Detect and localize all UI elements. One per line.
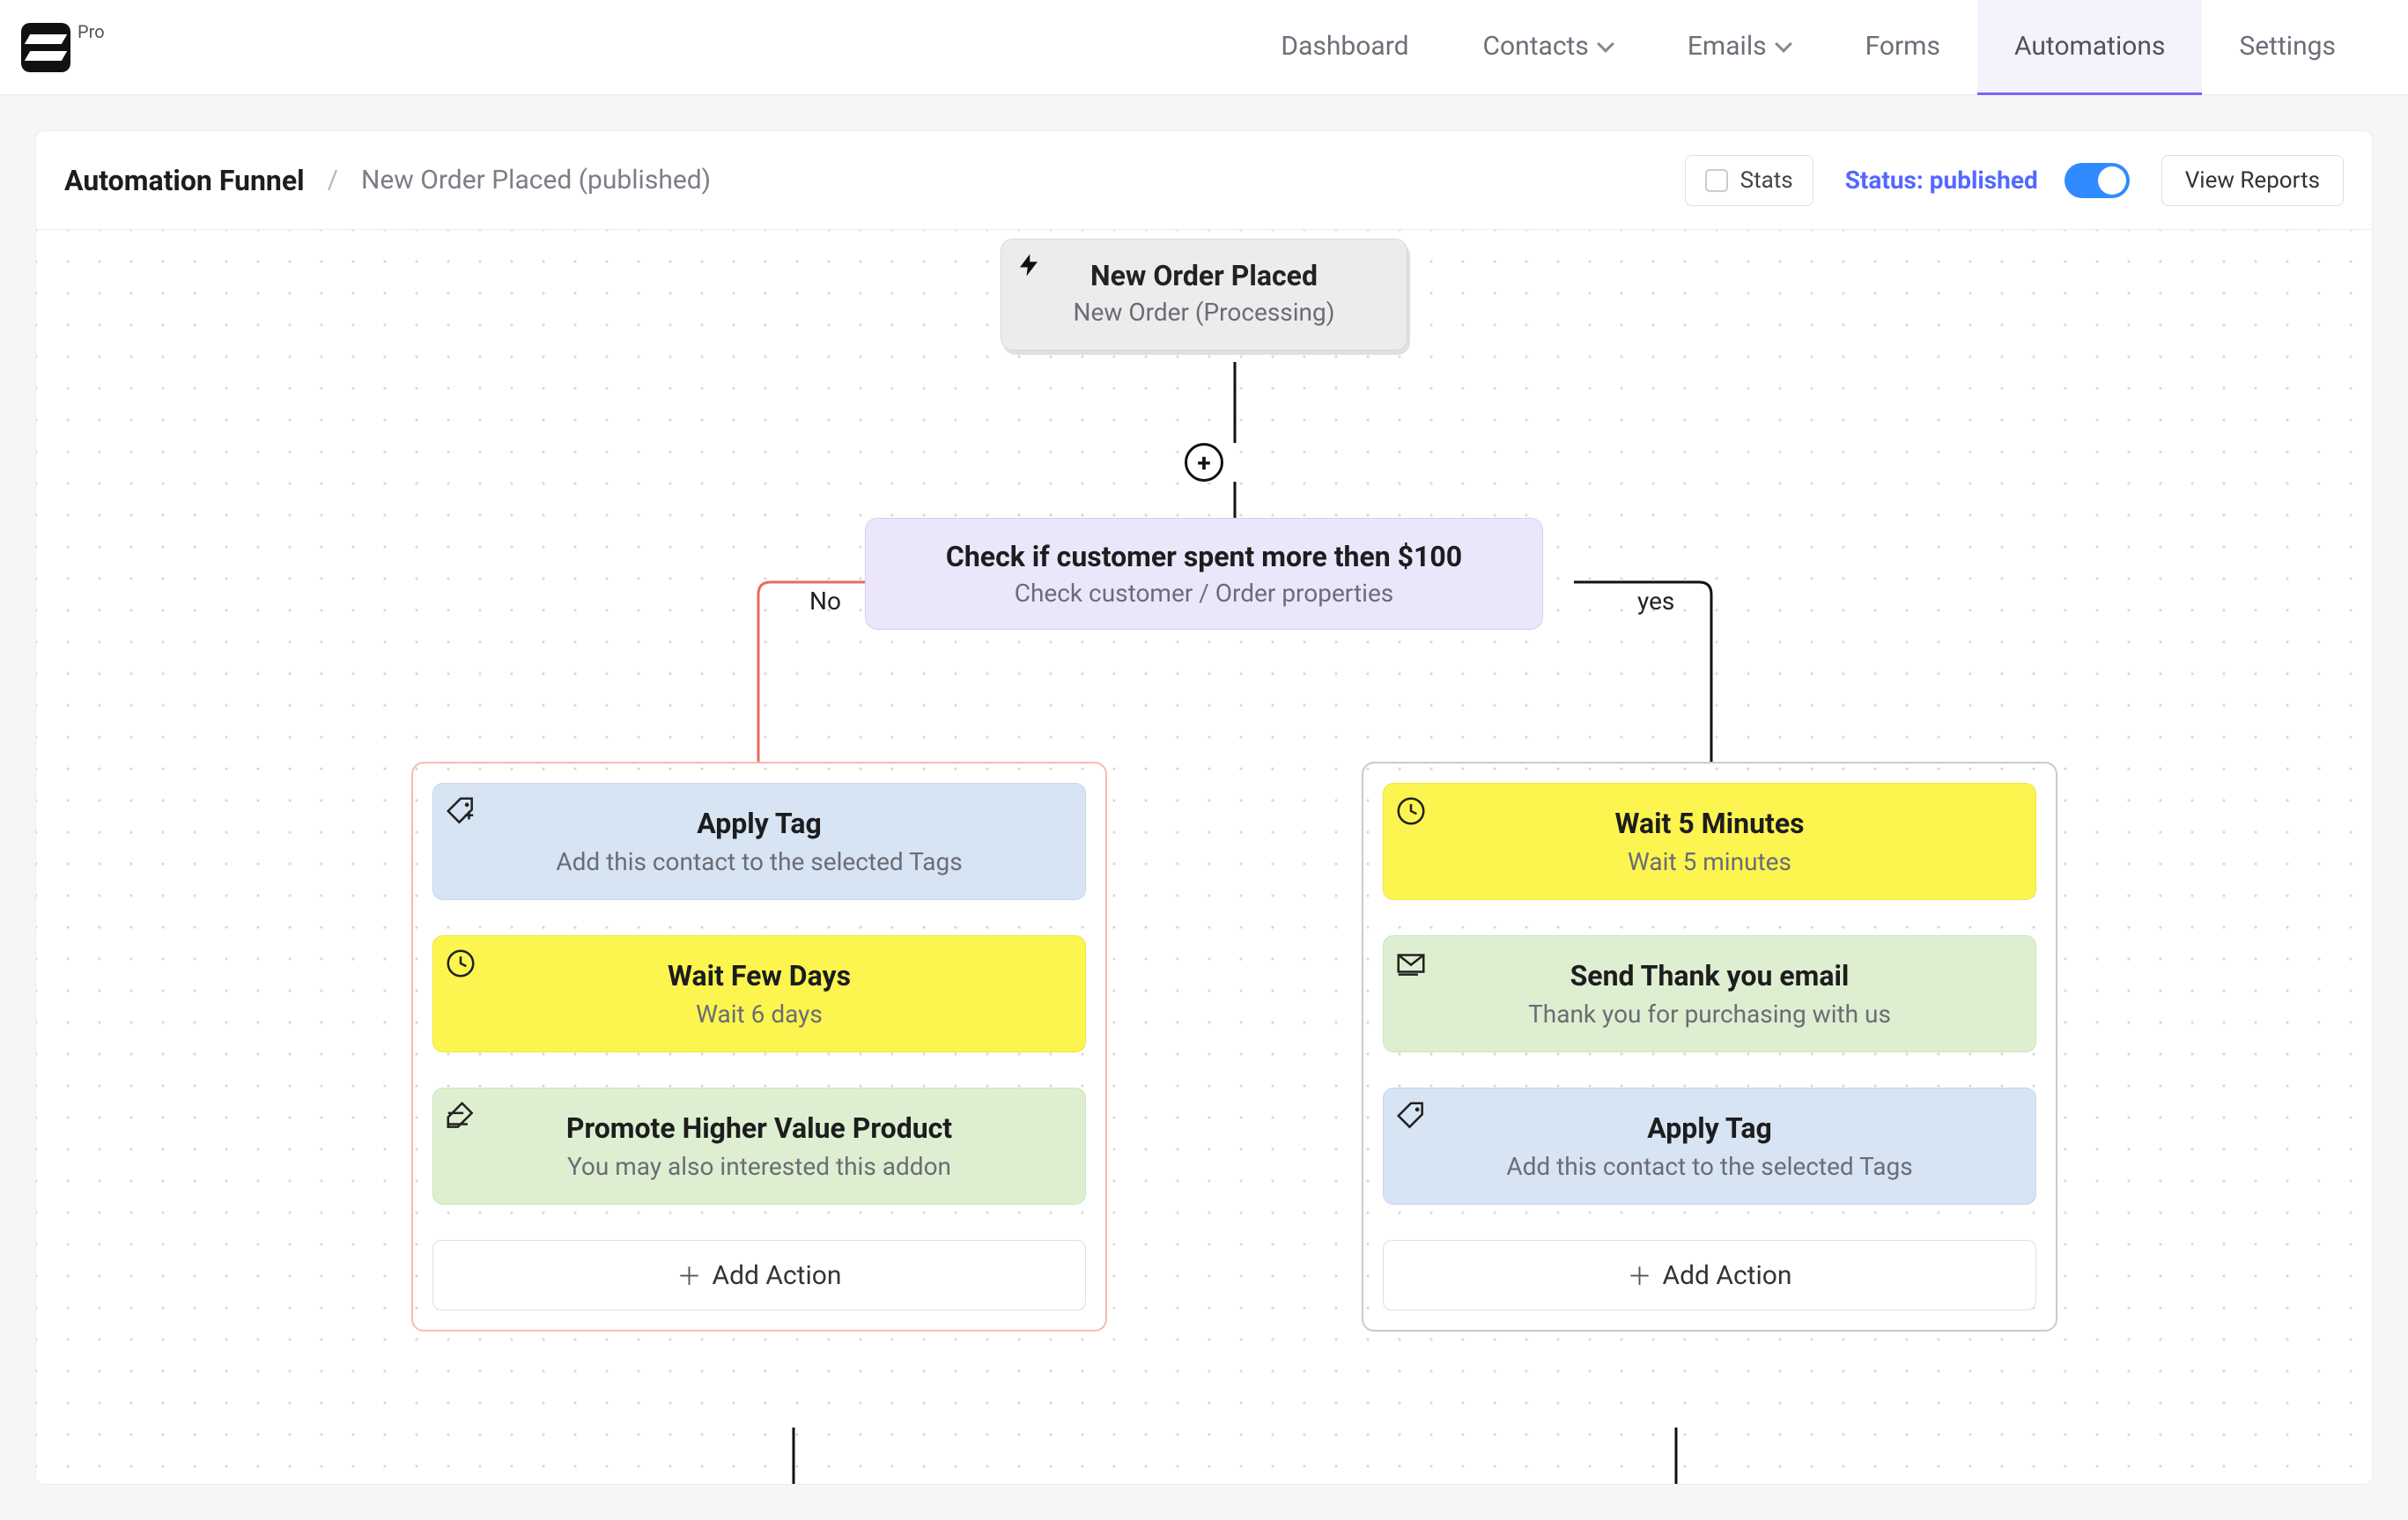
- action-card[interactable]: Wait 5 Minutes Wait 5 minutes: [1383, 783, 2036, 900]
- card-subtitle: Add this contact to the selected Tags: [1401, 1152, 2018, 1181]
- branch-yes: Wait 5 Minutes Wait 5 minutes Send Thank…: [1362, 762, 2057, 1332]
- button-label: Add Action: [1663, 1260, 1792, 1291]
- chevron-down-icon: [1776, 38, 1791, 54]
- logo-badge: Pro: [78, 21, 105, 42]
- action-card[interactable]: Promote Higher Value Product You may als…: [432, 1088, 1086, 1205]
- automation-panel: Automation Funnel / New Order Placed (pu…: [35, 130, 2373, 1485]
- logo-wrap: Pro: [21, 23, 105, 72]
- stats-checkbox[interactable]: Stats: [1685, 155, 1813, 206]
- trigger-title: New Order Placed: [1028, 259, 1380, 292]
- checkbox-icon: [1705, 169, 1728, 192]
- card-title: Send Thank you email: [1401, 959, 2018, 992]
- status-label: Status: published: [1845, 166, 2038, 195]
- card-subtitle: Wait 6 days: [451, 1000, 1067, 1029]
- action-card[interactable]: Apply Tag Add this contact to the select…: [1383, 1088, 2036, 1205]
- topbar: Pro Dashboard Contacts Emails Forms Auto…: [0, 0, 2408, 95]
- nav-label: Contacts: [1483, 31, 1589, 62]
- nav-label: Automations: [2014, 31, 2165, 62]
- breadcrumb-main: Automation Funnel: [64, 164, 305, 197]
- card-subtitle: Thank you for purchasing with us: [1401, 1000, 2018, 1029]
- add-action-button[interactable]: ＋ Add Action: [432, 1240, 1086, 1310]
- nav-dashboard[interactable]: Dashboard: [1244, 0, 1445, 95]
- trigger-node[interactable]: New Order Placed New Order (Processing): [1001, 239, 1407, 350]
- action-card[interactable]: Send Thank you email Thank you for purch…: [1383, 935, 2036, 1052]
- nav-label: Settings: [2239, 31, 2336, 62]
- nav-settings[interactable]: Settings: [2202, 0, 2373, 95]
- panel-header: Automation Funnel / New Order Placed (pu…: [36, 131, 2372, 230]
- automation-canvas[interactable]: New Order Placed New Order (Processing) …: [36, 230, 2372, 1484]
- compose-icon: [444, 1099, 477, 1133]
- card-subtitle: Add this contact to the selected Tags: [451, 847, 1067, 876]
- plus-icon: ＋: [1628, 1258, 1652, 1293]
- branch-label-no: No: [809, 587, 841, 616]
- main-nav: Dashboard Contacts Emails Forms Automati…: [1244, 0, 2373, 95]
- condition-subtitle: Check customer / Order properties: [892, 579, 1516, 608]
- card-title: Apply Tag: [1401, 1111, 2018, 1145]
- nav-label: Emails: [1688, 31, 1767, 62]
- card-title: Wait Few Days: [451, 959, 1067, 992]
- card-title: Wait 5 Minutes: [1401, 807, 2018, 840]
- breadcrumb-sub: New Order Placed (published): [361, 165, 711, 196]
- compose-icon: [1394, 947, 1428, 980]
- nav-label: Forms: [1865, 31, 1940, 62]
- view-reports-button[interactable]: View Reports: [2161, 155, 2344, 206]
- branch-no: Apply Tag Add this contact to the select…: [411, 762, 1107, 1332]
- page: Automation Funnel / New Order Placed (pu…: [0, 95, 2408, 1520]
- button-label: Add Action: [713, 1260, 842, 1291]
- nav-label: Dashboard: [1281, 31, 1408, 62]
- app-logo[interactable]: [21, 23, 70, 72]
- clock-icon: [1394, 794, 1428, 828]
- button-label: View Reports: [2185, 167, 2320, 194]
- condition-title: Check if customer spent more then $100: [892, 540, 1516, 573]
- card-subtitle: You may also interested this addon: [451, 1152, 1067, 1181]
- clock-icon: [444, 947, 477, 980]
- nav-contacts[interactable]: Contacts: [1446, 0, 1651, 95]
- toggle-knob: [2098, 166, 2126, 195]
- nav-forms[interactable]: Forms: [1828, 0, 1977, 95]
- add-step-button[interactable]: +: [1185, 443, 1223, 482]
- card-subtitle: Wait 5 minutes: [1401, 847, 2018, 876]
- plus-icon: ＋: [677, 1258, 702, 1293]
- nav-automations[interactable]: Automations: [1977, 0, 2202, 95]
- card-title: Apply Tag: [451, 807, 1067, 840]
- condition-node[interactable]: Check if customer spent more then $100 C…: [865, 518, 1543, 630]
- tag-plus-icon: [444, 794, 477, 828]
- tag-plus-icon: [1394, 1099, 1428, 1133]
- card-title: Promote Higher Value Product: [451, 1111, 1067, 1145]
- chevron-down-icon: [1598, 38, 1614, 54]
- status-toggle[interactable]: [2065, 163, 2130, 198]
- action-card[interactable]: Wait Few Days Wait 6 days: [432, 935, 1086, 1052]
- breadcrumb-sep: /: [321, 165, 345, 196]
- stats-label: Stats: [1740, 167, 1793, 194]
- action-card[interactable]: Apply Tag Add this contact to the select…: [432, 783, 1086, 900]
- branch-label-yes: yes: [1637, 587, 1674, 616]
- bolt-icon: [1016, 252, 1042, 278]
- nav-emails[interactable]: Emails: [1651, 0, 1828, 95]
- add-action-button[interactable]: ＋ Add Action: [1383, 1240, 2036, 1310]
- trigger-subtitle: New Order (Processing): [1028, 298, 1380, 327]
